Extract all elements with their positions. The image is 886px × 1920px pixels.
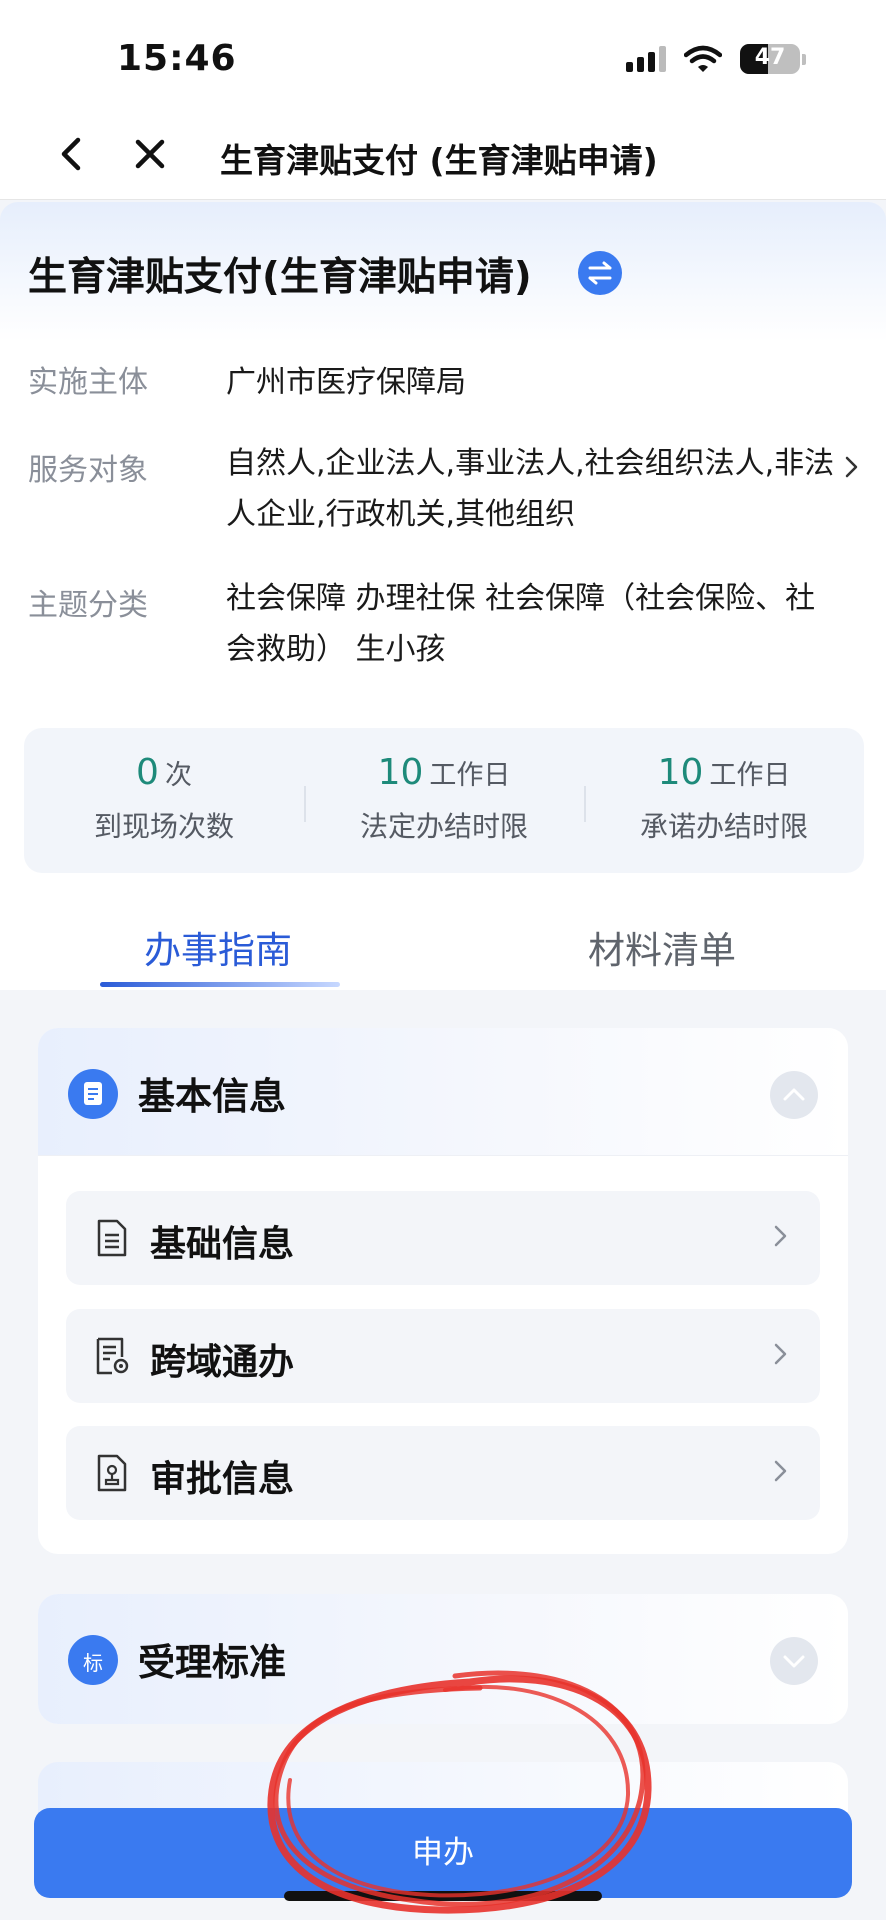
document-badge-icon [68,1069,118,1119]
swap-arrows-icon [588,261,612,285]
stats-box: 0次 到现场次数 10 工作日 法定办结时限 10 工作日 承诺办结时限 [24,728,864,873]
chevron-right-icon [774,1343,787,1365]
chevron-down-icon [783,1655,805,1668]
section-basic-info: 基本信息 基础信息 跨域通办 审批信息 [38,1028,848,1554]
stat-legal-limit: 10 工作日 法定办结时限 [304,728,584,873]
battery-tip [802,53,806,65]
status-time: 15:46 [117,38,237,79]
battery-level: 47 [754,45,786,70]
section-header[interactable]: 标 受理标准 [38,1594,848,1724]
stat-value: 10 [377,752,424,793]
expand-toggle[interactable] [770,1637,818,1685]
status-indicators: 47 [626,44,806,74]
info-value: 广州市医疗保障局 [226,365,466,400]
battery-icon: 47 [740,44,800,74]
stat-value: 10 [657,752,704,793]
stat-label: 承诺办结时限 [639,810,808,843]
section-title: 基本信息 [138,1075,286,1118]
chevron-up-icon [783,1088,805,1101]
section-title: 受理标准 [138,1641,286,1684]
stat-visits: 0次 到现场次数 [24,728,304,873]
close-button[interactable] [130,134,170,174]
service-title: 生育津贴支付(生育津贴申请) [28,255,532,300]
stat-label: 到现场次数 [93,810,234,843]
info-value: 自然人,企业法人,事业法人,社会组织法人,非法人企业,行政机关,其他组织 [226,446,835,532]
apply-button[interactable]: 申办 [34,1808,852,1898]
list-item-basic-info[interactable]: 基础信息 [66,1191,820,1285]
info-label: 服务对象 [28,453,148,488]
item-label: 跨域通办 [150,1342,295,1383]
badge-text: 标 [83,1651,103,1675]
item-label: 审批信息 [150,1459,295,1500]
tab-materials[interactable]: 材料清单 [588,920,736,974]
service-header-card: 生育津贴支付(生育津贴申请) 实施主体 广州市医疗保障局 服务对象 自然人,企业… [0,202,886,902]
stat-unit: 工作日 [429,760,511,791]
stat-unit: 工作日 [709,760,791,791]
stat-promised-limit: 10 工作日 承诺办结时限 [584,728,864,873]
close-icon [135,139,165,169]
chevron-right-icon[interactable] [842,452,862,482]
swap-icon[interactable] [578,251,622,295]
location-document-icon [96,1337,129,1375]
standard-badge-icon: 标 [68,1635,118,1685]
list-item-approval-info[interactable]: 审批信息 [66,1426,820,1520]
wifi-icon [684,45,722,73]
nav-bar: 生育津贴支付 (生育津贴申请) [0,110,886,200]
tab-guide[interactable]: 办事指南 [144,920,292,974]
stat-label: 法定办结时限 [359,810,528,843]
document-icon [97,1219,127,1257]
info-label: 实施主体 [28,365,148,400]
home-indicator [284,1891,602,1901]
chevron-left-icon [61,137,81,171]
section-header[interactable]: 基本信息 [38,1028,848,1156]
chevron-right-icon [774,1460,787,1482]
status-bar: 15:46 47 [0,0,886,110]
chevron-right-icon [774,1225,787,1247]
nav-title: 生育津贴支付 (生育津贴申请) [220,141,658,180]
back-button[interactable] [52,134,92,174]
list-item-cross-region[interactable]: 跨域通办 [66,1309,820,1403]
item-label: 基础信息 [150,1224,295,1265]
collapse-toggle[interactable] [770,1071,818,1119]
active-tab-indicator [100,982,340,987]
section-acceptance-standard: 标 受理标准 [38,1594,848,1724]
tab-bar: 办事指南 材料清单 [0,900,886,990]
cellular-signal-icon [626,46,666,72]
stat-value: 0 [136,752,159,793]
stamp-document-icon [97,1454,127,1492]
info-label: 主题分类 [28,588,148,623]
info-value: 社会保障 办理社保 社会保障（社会保险、社会救助） 生小孩 [226,581,816,667]
stat-unit: 次 [164,760,192,791]
